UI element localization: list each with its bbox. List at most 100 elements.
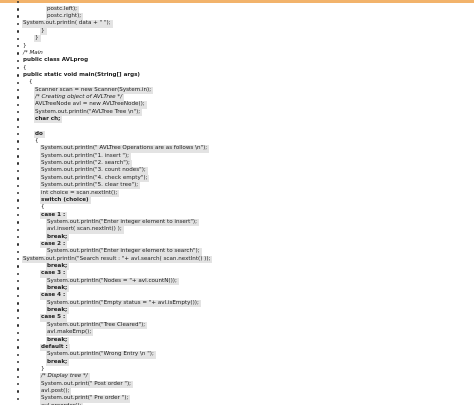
code-text: /* Main: [23, 49, 43, 56]
bullet-icon: [17, 140, 20, 143]
bullet-icon: [17, 353, 20, 356]
code-line: {: [0, 79, 474, 86]
bullet-icon: [17, 265, 20, 268]
code-text: postc.left);: [46, 5, 80, 14]
bullet-icon: [17, 235, 20, 239]
code-text: case 1 :: [40, 211, 68, 219]
code-text: System.out.print(" Pre order ");: [40, 395, 131, 403]
code-text: public class AVLprog: [23, 57, 89, 64]
bullet-icon: [17, 133, 20, 136]
code-line: /* Display tree */: [0, 373, 474, 381]
code-text: {: [35, 138, 39, 145]
code-line: case 2 :: [0, 240, 474, 249]
bullet-icon: [17, 66, 20, 70]
code-text: avl.makeEmp();: [46, 329, 94, 337]
code-line: switch (choice): [0, 196, 474, 205]
code-line: default :: [0, 343, 474, 352]
bullet-icon: [17, 96, 20, 99]
bullet-icon: [17, 81, 20, 85]
bullet-icon: [17, 59, 20, 62]
code-line: public static void main(String[] args): [0, 72, 474, 79]
code-text: break;: [46, 307, 70, 315]
code-text: case 3 :: [40, 270, 68, 278]
code-line: {: [0, 138, 474, 145]
code-line: case 5 :: [0, 314, 474, 322]
code-text: System.out.println("4. check empty");: [40, 174, 150, 183]
bullet-icon: [17, 302, 20, 305]
code-line: System.out.println("5. clear tree");: [0, 182, 474, 190]
code-text: System.out.println("5. clear tree");: [40, 182, 141, 190]
bullet-icon: [17, 250, 20, 254]
bullet-icon: [17, 8, 20, 11]
code-text: System.out.println( data + " ");: [22, 20, 113, 28]
code-text: }: [40, 27, 47, 36]
code-line: avl.post();: [0, 387, 474, 396]
code-line: [0, 123, 474, 130]
code-text: System.out.println("1. insert ");: [40, 152, 132, 161]
code-line: case 3 :: [0, 270, 474, 278]
code-line: System.out.println(" AVLTree Operations …: [0, 145, 474, 153]
code-line: System.out.println("Nodes = "+ avl.count…: [0, 277, 474, 286]
code-line: System.out.print(" Pre order ");: [0, 395, 474, 403]
code-text: switch (choice): [40, 196, 91, 205]
code-text: case 5 :: [40, 314, 68, 322]
code-text: System.out.println("AVLTree Tree \n");: [34, 108, 143, 116]
code-line: System.out.println("1. insert ");: [0, 152, 474, 161]
code-line: /* Main: [0, 50, 474, 57]
code-text: case 2 :: [40, 240, 68, 249]
code-line: System.out.println("Wrong Entry \n ");: [0, 351, 474, 359]
code-text: do: [34, 130, 45, 139]
bullet-icon: [17, 162, 20, 165]
code-text: System.out.println("2. search");: [40, 160, 132, 168]
code-line: do: [0, 130, 474, 139]
bullet-icon: [17, 184, 20, 187]
code-line: System.out.println("AVLTree Tree \n");: [0, 108, 474, 116]
code-line: System.out.println("Enter integer elemen…: [0, 218, 474, 227]
code-line: System.out.println("2. search");: [0, 160, 474, 168]
bullet-icon: [17, 103, 20, 107]
bullet-icon: [17, 177, 20, 180]
bullet-icon: [17, 15, 20, 18]
code-text: AVLTreeNode avl = new AVLTreeNode();: [34, 101, 147, 109]
bullet-icon: [17, 243, 20, 246]
code-text: default :: [40, 343, 70, 352]
code-text: /* Creating object of AVLTree */: [34, 93, 125, 102]
bullet-icon: [17, 338, 20, 342]
code-text: System.out.println("Enter integer elemen…: [46, 218, 199, 227]
bullet-icon: [17, 155, 20, 158]
code-line: break;: [0, 307, 474, 315]
code-text: System.out.println("Nodes = "+ avl.count…: [46, 277, 179, 286]
document-page: postc.left); postc.right); System.out.prin…: [0, 0, 474, 405]
code-text: System.out.println("Wrong Entry \n ");: [46, 351, 156, 359]
code-line: case 4 :: [0, 292, 474, 300]
code-line: break;: [0, 233, 474, 241]
code-line: case 1 :: [0, 211, 474, 219]
code-text: Scanner scan = new Scanner(System.in);: [34, 86, 154, 94]
code-text: public static void main(String[] args): [23, 71, 140, 78]
code-line: public class AVLprog: [0, 57, 474, 64]
bullet-icon: [17, 390, 20, 393]
code-line: postc.right);: [0, 13, 474, 21]
code-text: postc.right);: [46, 13, 84, 21]
bullet-icon: [17, 331, 20, 334]
bullet-icon: [17, 0, 20, 4]
code-text: System.out.println("Search result : "+ a…: [22, 255, 213, 263]
code-text: {: [41, 204, 45, 211]
bullet-icon: [17, 37, 20, 40]
code-text: System.out.println("3. count nodes");: [40, 167, 148, 175]
code-line: }: [0, 366, 474, 373]
bullet-icon: [17, 199, 20, 202]
bullet-icon: [17, 294, 20, 298]
bullet-icon: [17, 382, 20, 386]
bullet-icon: [17, 213, 20, 217]
code-text: int choice = scan.nextInt();: [40, 189, 120, 197]
code-line: }: [0, 27, 474, 36]
code-text: }: [41, 365, 45, 372]
code-line: System.out.println("3. count nodes");: [0, 167, 474, 175]
code-line: System.out.println("Empty status = "+ av…: [0, 299, 474, 308]
code-text: {: [23, 64, 27, 71]
code-text: break;: [46, 336, 70, 344]
code-line: System.out.println("Tree Cleared");: [0, 321, 474, 330]
code-line: System.out.println( data + " ");: [0, 20, 474, 28]
code-line: break;: [0, 285, 474, 293]
